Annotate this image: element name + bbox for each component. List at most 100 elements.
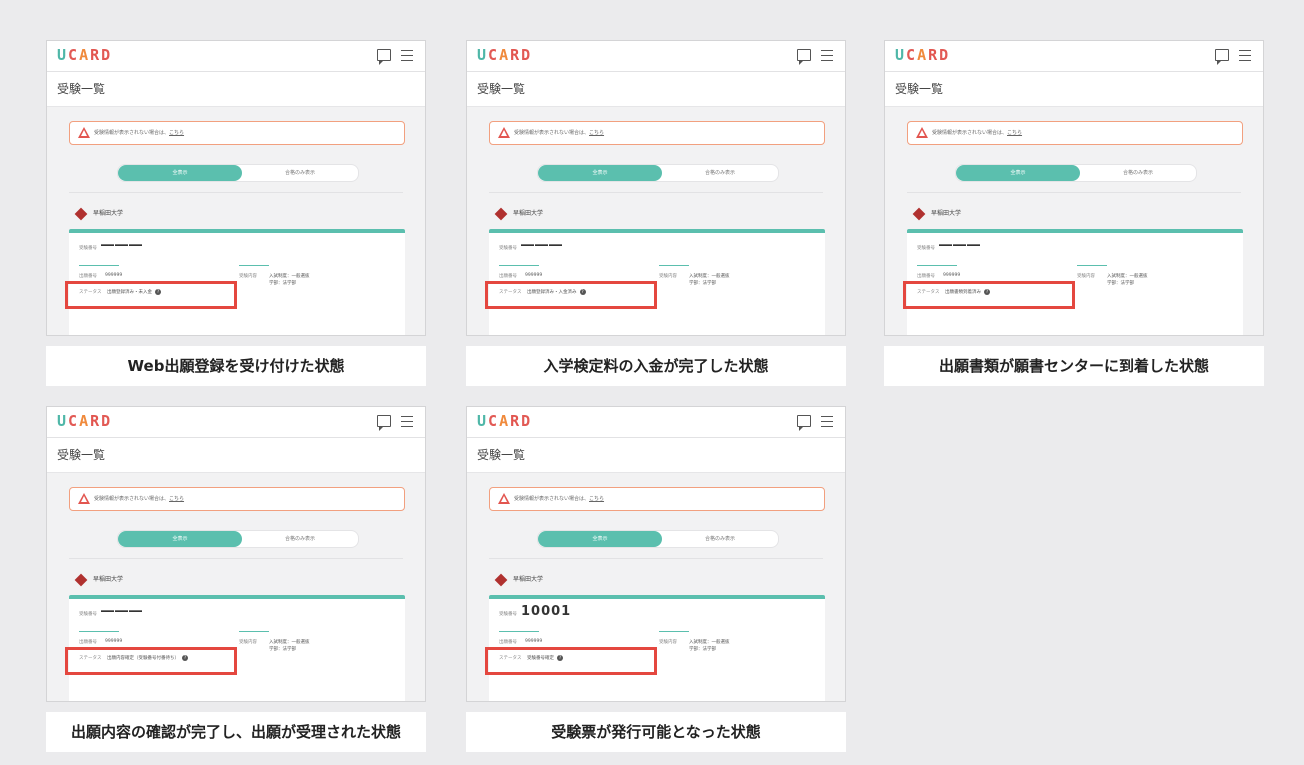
filter-toggle: 全表示 合格のみ表示 [117,530,359,548]
divider [69,558,403,559]
separator [659,631,689,632]
application-number-label: 出願番号 [499,274,517,279]
alert-link[interactable]: こちら [169,130,184,136]
toggle-passed-only[interactable]: 合格のみ表示 [242,165,358,181]
exam-content-value: 入試制度：一般選抜 学部：法学部 [689,640,730,652]
status-panel: UCARD 受験一覧 受験情報が表示されない場合は、こちら 全表示 合格のみ表示… [46,40,426,386]
warning-icon [916,127,928,138]
ucard-logo[interactable]: UCARD [477,412,532,430]
toggle-passed-only[interactable]: 合格のみ表示 [662,165,778,181]
status-highlight-box [65,281,237,309]
separator [79,265,119,266]
exam-content-value: 入試制度：一般選抜 学部：法学部 [1107,274,1148,286]
application-number: 999999 [525,273,543,278]
app-screenshot: UCARD 受験一覧 受験情報が表示されない場合は、こちら 全表示 合格のみ表示… [46,40,426,336]
university-emblem-icon [494,573,508,586]
divider [489,192,823,193]
application-number-label: 出願番号 [79,274,97,279]
toggle-all[interactable]: 全表示 [118,531,242,547]
status-panel: UCARD 受験一覧 受験情報が表示されない場合は、こちら 全表示 合格のみ表示… [466,40,846,386]
application-number-label: 出願番号 [79,640,97,645]
ucard-logo[interactable]: UCARD [57,412,112,430]
app-screenshot: UCARD 受験一覧 受験情報が表示されない場合は、こちら 全表示 合格のみ表示… [46,406,426,702]
separator [917,265,957,266]
separator [239,631,269,632]
alert-link[interactable]: こちら [169,496,184,502]
separator [499,631,539,632]
hamburger-menu-icon[interactable] [821,416,833,427]
hamburger-menu-icon[interactable] [821,50,833,61]
top-bar: UCARD [467,41,845,72]
page-title: 受験一覧 [885,72,1263,107]
alert-banner: 受験情報が表示されない場合は、こちら [489,487,825,511]
chat-icon[interactable] [797,415,811,431]
exam-number-label: 受験番号 [917,246,935,251]
chat-icon[interactable] [797,49,811,65]
app-screenshot: UCARD 受験一覧 受験情報が表示されない場合は、こちら 全表示 合格のみ表示… [466,406,846,702]
toggle-all[interactable]: 全表示 [956,165,1080,181]
toggle-passed-only[interactable]: 合格のみ表示 [662,531,778,547]
separator [1077,265,1107,266]
app-screenshot: UCARD 受験一覧 受験情報が表示されない場合は、こちら 全表示 合格のみ表示… [466,40,846,336]
top-bar: UCARD [47,407,425,438]
application-number-label: 出願番号 [917,274,935,279]
toggle-all[interactable]: 全表示 [118,165,242,181]
toggle-passed-only[interactable]: 合格のみ表示 [242,531,358,547]
status-highlight-box [485,647,657,675]
alert-link[interactable]: こちら [1007,130,1022,136]
exam-number-label: 受験番号 [499,612,517,617]
warning-icon [498,127,510,138]
ucard-logo[interactable]: UCARD [895,46,950,64]
hamburger-menu-icon[interactable] [401,50,413,61]
top-bar: UCARD [47,41,425,72]
exam-content-value: 入試制度：一般選抜 学部：法学部 [269,640,310,652]
exam-number-label: 受験番号 [79,246,97,251]
university-header: 早稲田大学 [494,206,543,222]
warning-icon [78,127,90,138]
alert-banner: 受験情報が表示されない場合は、こちら [489,121,825,145]
application-number: 999999 [105,639,123,644]
exam-content-label: 受験内容 [1077,274,1095,279]
chat-icon[interactable] [1215,49,1229,65]
status-highlight-box [65,647,237,675]
status-highlight-box [903,281,1075,309]
filter-toggle: 全表示 合格のみ表示 [955,164,1197,182]
filter-toggle: 全表示 合格のみ表示 [537,164,779,182]
chat-icon[interactable] [377,49,391,65]
ucard-logo[interactable]: UCARD [57,46,112,64]
panel-caption: 出願書類が願書センターに到着した状態 [884,346,1264,386]
filter-toggle: 全表示 合格のみ表示 [117,164,359,182]
exam-number: ――― [939,238,981,253]
exam-content-value: 入試制度：一般選抜 学部：法学部 [269,274,310,286]
toggle-all[interactable]: 全表示 [538,531,662,547]
alert-link[interactable]: こちら [589,130,604,136]
exam-content-label: 受験内容 [239,640,257,645]
alert-banner: 受験情報が表示されない場合は、こちら [907,121,1243,145]
divider [69,192,403,193]
alert-link[interactable]: こちら [589,496,604,502]
hamburger-menu-icon[interactable] [1239,50,1251,61]
exam-number-label: 受験番号 [79,612,97,617]
toggle-all[interactable]: 全表示 [538,165,662,181]
panel-caption: 出願内容の確認が完了し、出願が受理された状態 [46,712,426,752]
warning-icon [498,493,510,504]
ucard-logo[interactable]: UCARD [477,46,532,64]
university-emblem-icon [912,207,926,220]
alert-banner: 受験情報が表示されない場合は、こちら [69,487,405,511]
panel-caption: 受験票が発行可能となった状態 [466,712,846,752]
university-header: 早稲田大学 [74,572,123,588]
panel-caption: 入学検定料の入金が完了した状態 [466,346,846,386]
page-title: 受験一覧 [467,438,845,473]
exam-content-label: 受験内容 [659,640,677,645]
status-panel: UCARD 受験一覧 受験情報が表示されない場合は、こちら 全表示 合格のみ表示… [466,406,846,752]
toggle-passed-only[interactable]: 合格のみ表示 [1080,165,1196,181]
application-number: 999999 [525,639,543,644]
university-header: 早稲田大学 [494,572,543,588]
chat-icon[interactable] [377,415,391,431]
divider [489,558,823,559]
warning-icon [78,493,90,504]
exam-number: ――― [101,604,143,619]
hamburger-menu-icon[interactable] [401,416,413,427]
exam-number-label: 受験番号 [499,246,517,251]
university-header: 早稲田大学 [912,206,961,222]
